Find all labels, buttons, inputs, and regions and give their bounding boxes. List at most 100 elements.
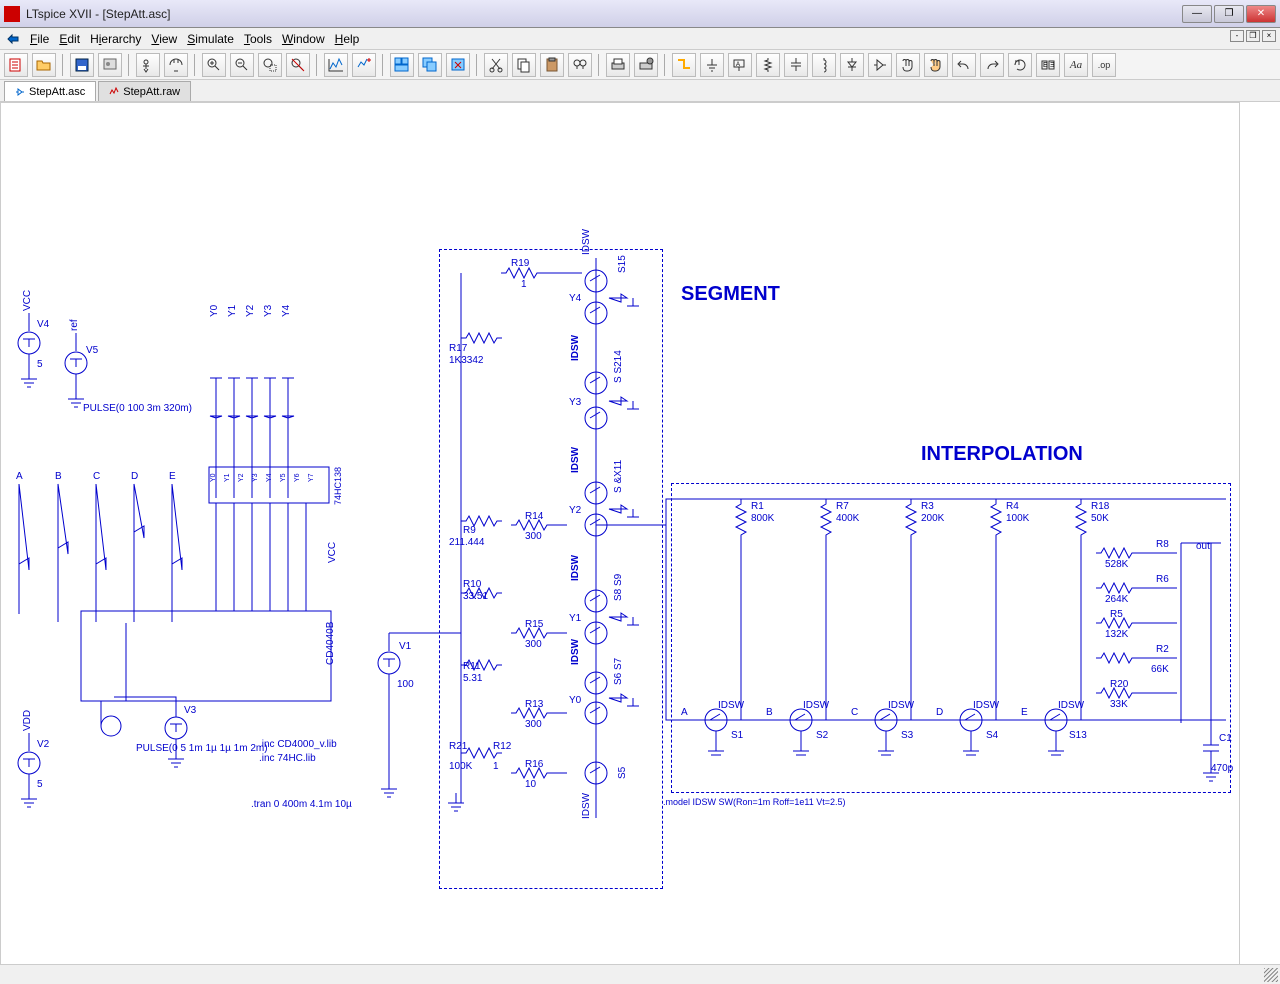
idsw-bot: IDSW <box>581 793 592 819</box>
svg-text:A: A <box>736 62 740 68</box>
component-button[interactable] <box>868 53 892 77</box>
r5-n: R5 <box>1110 609 1123 620</box>
r17-n: R17 <box>449 343 467 354</box>
r12-v: 1 <box>493 761 499 772</box>
inc1: .inc CD4000_v.lib <box>259 739 337 750</box>
idsw-s3: IDSW <box>888 700 914 711</box>
control-panel-button[interactable] <box>98 53 122 77</box>
ltspice-menu-icon <box>6 32 20 46</box>
cascade-windows-button[interactable] <box>418 53 442 77</box>
v3-val: PULSE(0 5 1m 1µ 1µ 1m 2m) <box>136 743 268 754</box>
resize-grip[interactable] <box>1264 968 1278 982</box>
r11-v: 5.31 <box>463 673 482 684</box>
close-window-button[interactable] <box>446 53 470 77</box>
idsw-mid4: IDSW <box>570 639 581 665</box>
menu-tools[interactable]: Tools <box>244 32 272 46</box>
menu-view[interactable]: View <box>151 32 177 46</box>
tab-schematic[interactable]: StepAtt.asc <box>4 81 96 101</box>
net-e: E <box>169 471 176 482</box>
menu-edit[interactable]: Edit <box>59 32 80 46</box>
run-button[interactable] <box>136 53 160 77</box>
y2-sw: Y2 <box>569 505 581 516</box>
halt-button[interactable] <box>164 53 188 77</box>
r10-v: 33.51 <box>463 591 488 602</box>
resistor-button[interactable] <box>756 53 780 77</box>
open-button[interactable] <box>32 53 56 77</box>
r16-v: 10 <box>525 779 536 790</box>
s8: S8 S9 <box>613 574 624 601</box>
save-button[interactable] <box>70 53 94 77</box>
new-schematic-button[interactable] <box>4 53 28 77</box>
idsw-mid3: IDSW <box>570 555 581 581</box>
r14-v: 300 <box>525 531 542 542</box>
find-button[interactable] <box>568 53 592 77</box>
inductor-button[interactable] <box>812 53 836 77</box>
tile-windows-button[interactable] <box>390 53 414 77</box>
mdi-restore[interactable]: ❐ <box>1246 30 1260 42</box>
sw-a: A <box>681 707 688 718</box>
zoom-in-button[interactable] <box>202 53 226 77</box>
tab-waveform[interactable]: StepAtt.raw <box>98 81 191 101</box>
window-buttons: — ❐ ✕ <box>1182 5 1276 23</box>
schematic-canvas[interactable]: SEGMENT INTERPOLATION VCC V4 5 ref V5 PU… <box>0 102 1240 972</box>
mdi-minimize[interactable]: - <box>1230 30 1244 42</box>
cut-button[interactable] <box>484 53 508 77</box>
mdi-close[interactable]: × <box>1262 30 1276 42</box>
r15-v: 300 <box>525 639 542 650</box>
spice-directive-button[interactable]: .op <box>1092 53 1116 77</box>
redo-button[interactable] <box>980 53 1004 77</box>
menu-file[interactable]: File <box>30 32 49 46</box>
idsw-top: IDSW <box>581 229 592 255</box>
print-setup-button[interactable] <box>634 53 658 77</box>
undo-button[interactable] <box>952 53 976 77</box>
pin-y2: Y2 <box>238 473 245 482</box>
chip-74hc138: 74HC138 <box>333 467 343 505</box>
model: .model IDSW SW(Ron=1m Roff=1e11 Vt=2.5) <box>663 797 846 807</box>
pin-y5: Y5 <box>280 473 287 482</box>
close-button[interactable]: ✕ <box>1246 5 1276 23</box>
r3-v: 200K <box>921 513 944 524</box>
menu-help[interactable]: Help <box>335 32 360 46</box>
menu-simulate[interactable]: Simulate <box>187 32 234 46</box>
menu-bar: File Edit Hierarchy View Simulate Tools … <box>0 28 1280 50</box>
pin-y3: Y3 <box>252 473 259 482</box>
print-button[interactable] <box>606 53 630 77</box>
v5-val: PULSE(0 100 3m 320m) <box>83 403 192 414</box>
mirror-button[interactable]: EƎ <box>1036 53 1060 77</box>
menu-hierarchy[interactable]: Hierarchy <box>90 32 141 46</box>
rotate-button[interactable] <box>1008 53 1032 77</box>
label-net-button[interactable]: A <box>728 53 752 77</box>
wire-button[interactable] <box>672 53 696 77</box>
copy-button[interactable] <box>512 53 536 77</box>
zoom-area-button[interactable] <box>258 53 282 77</box>
menu-window[interactable]: Window <box>282 32 325 46</box>
schematic-icon <box>15 87 25 97</box>
window-title: LTspice XVII - [StepAtt.asc] <box>26 7 1182 21</box>
tab-label: StepAtt.raw <box>123 86 180 98</box>
net-d: D <box>131 471 138 482</box>
y0-sw: Y0 <box>569 695 581 706</box>
toolbar: A EƎ Aa .op <box>0 50 1280 80</box>
idsw-s1: IDSW <box>718 700 744 711</box>
pin-y6: Y6 <box>294 473 301 482</box>
minimize-button[interactable]: — <box>1182 5 1212 23</box>
diode-button[interactable] <box>840 53 864 77</box>
drag-button[interactable] <box>924 53 948 77</box>
r3-n: R3 <box>921 501 934 512</box>
ground-button[interactable] <box>700 53 724 77</box>
sw-b: B <box>766 707 773 718</box>
move-button[interactable] <box>896 53 920 77</box>
paste-button[interactable] <box>540 53 564 77</box>
maximize-button[interactable]: ❐ <box>1214 5 1244 23</box>
r21-n: R21 <box>449 741 467 752</box>
net-ref: ref <box>69 319 80 331</box>
autorange-button[interactable] <box>324 53 348 77</box>
zoom-out-button[interactable] <box>230 53 254 77</box>
r5-v: 132K <box>1105 629 1128 640</box>
add-trace-button[interactable] <box>352 53 376 77</box>
pin-y1: Y1 <box>224 473 231 482</box>
text-button[interactable]: Aa <box>1064 53 1088 77</box>
r17-v: 1K3342 <box>449 355 483 366</box>
capacitor-button[interactable] <box>784 53 808 77</box>
zoom-fit-button[interactable] <box>286 53 310 77</box>
